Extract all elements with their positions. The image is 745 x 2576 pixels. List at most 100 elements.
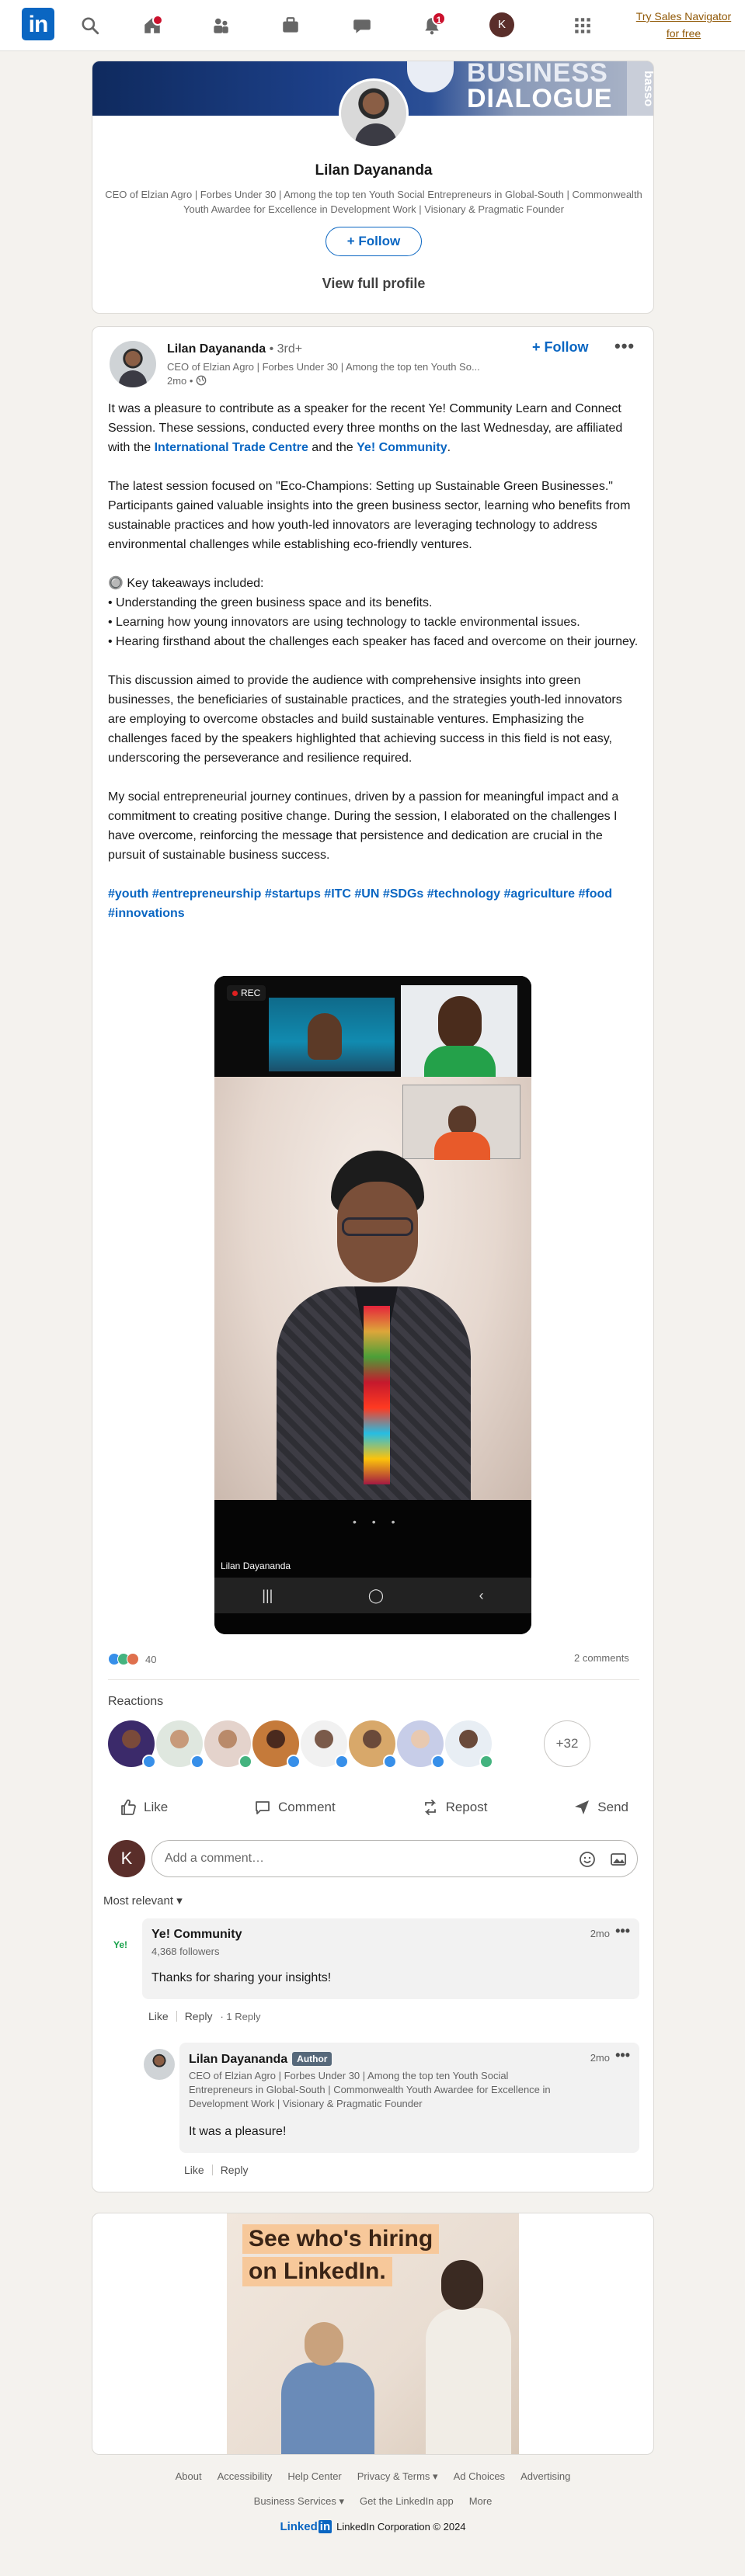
reply-author[interactable]: Lilan Dayananda Author [189, 2052, 332, 2067]
reaction-summary[interactable]: 40 [108, 1651, 156, 1667]
footer-link-ad-choices[interactable]: Ad Choices [454, 2470, 505, 2483]
ye-community-link[interactable]: Ye! Community [357, 441, 447, 454]
footer-link-help-center[interactable]: Help Center [287, 2470, 341, 2483]
footer-link-accessibility[interactable]: Accessibility [218, 2470, 273, 2483]
phone-nav-bar: ||| ◯ ‹ [214, 1578, 531, 1613]
emoji-icon[interactable] [578, 1850, 597, 1869]
footer-linkedin-logo: Linked in [280, 2520, 332, 2533]
profile-headline: CEO of Elzian Agro | Forbes Under 30 | A… [105, 189, 642, 215]
footer-link-about[interactable]: About [176, 2470, 202, 2483]
post-paragraph-2: The latest session focused on "Eco-Champ… [108, 480, 631, 551]
comment-body: Thanks for sharing your insights! [151, 1971, 332, 1984]
comment-more-icon[interactable]: ••• [615, 1923, 630, 1939]
me-avatar[interactable]: K [489, 12, 514, 37]
ad-person-1 [266, 2322, 390, 2454]
reply-actions: Like Reply [184, 2164, 248, 2176]
reactor-avatar[interactable] [204, 1720, 252, 1769]
profile-card: BUSINESS DIALOGUE basso Lilan Dayananda … [92, 61, 654, 314]
image-icon[interactable] [609, 1850, 628, 1869]
global-nav: in 1 K Try Sales Navigator for free [0, 0, 745, 51]
reply-like-button[interactable]: Like [184, 2164, 204, 2176]
speaker-name-label: Lilan Dayananda [221, 1561, 291, 1571]
profile-name[interactable]: Lilan Dayananda [92, 162, 653, 179]
apps-grid-icon[interactable] [567, 10, 598, 41]
connection-degree: • 3rd+ [269, 342, 303, 356]
footer-link-business-services[interactable]: Business Services ▾ [254, 2495, 344, 2508]
post-body: It was a pleasure to contribute as a spe… [108, 399, 641, 943]
author-badge: Author [292, 2052, 332, 2066]
footer-link-advertising[interactable]: Advertising [520, 2470, 570, 2483]
reactor-avatar[interactable] [445, 1720, 493, 1769]
banner-text-line2: DIALOGUE [467, 84, 613, 113]
reactor-avatar[interactable] [252, 1720, 301, 1769]
footer-link-get-app[interactable]: Get the LinkedIn app [360, 2495, 454, 2508]
comment-like-button[interactable]: Like [148, 2010, 169, 2022]
sales-navigator-link[interactable]: Try Sales Navigator for free [629, 8, 738, 42]
back-icon: ‹ [479, 1587, 484, 1603]
jobs-icon[interactable] [275, 10, 306, 41]
reply-time: 2mo [590, 2052, 610, 2064]
reactor-avatar[interactable] [301, 1720, 349, 1769]
view-full-profile-button[interactable]: View full profile [92, 276, 653, 292]
post-hashtags[interactable]: #youth #entrepreneurship #startups #ITC … [108, 884, 641, 923]
comment-button[interactable]: Comment [242, 1798, 346, 1817]
sort-comments-dropdown[interactable]: Most relevant ▾ [103, 1894, 183, 1908]
reply-reply-button[interactable]: Reply [221, 2164, 249, 2176]
repost-button[interactable]: Repost [410, 1798, 499, 1817]
reactor-avatar[interactable] [397, 1720, 445, 1769]
post-paragraph-1: It was a pleasure to contribute as a spe… [108, 402, 623, 454]
comment-item: Ye! Community 4,368 followers Thanks for… [142, 1918, 639, 1999]
add-comment-input[interactable]: Add a comment… [151, 1840, 638, 1877]
post-card: Lilan Dayananda • 3rd+ CEO of Elzian Agr… [92, 326, 654, 2192]
ye-community-avatar[interactable]: Ye! [106, 1931, 134, 1959]
home-button-icon: ◯ [367, 1587, 385, 1603]
reactor-avatar[interactable] [156, 1720, 204, 1769]
post-more-options-icon[interactable]: ••• [614, 336, 635, 356]
post-follow-button[interactable]: + Follow [532, 339, 589, 356]
ad-headline-line1: See who's hiring [242, 2224, 440, 2254]
page-dots: • • • [353, 1515, 402, 1528]
footer-row-1: About Accessibility Help Center Privacy … [92, 2470, 654, 2483]
post-author-avatar[interactable] [110, 341, 156, 387]
footer-brand: Linked in LinkedIn Corporation © 2024 [92, 2520, 654, 2533]
reply-more-icon[interactable]: ••• [615, 2047, 630, 2064]
itc-link[interactable]: International Trade Centre [155, 441, 308, 454]
comments-count[interactable]: 2 comments [574, 1652, 629, 1664]
post-paragraph-4: This discussion aimed to provide the aud… [108, 674, 622, 765]
messaging-icon[interactable] [346, 10, 378, 41]
my-network-icon[interactable] [205, 10, 236, 41]
profile-avatar[interactable] [339, 78, 409, 148]
more-reactors-button[interactable]: +32 [544, 1720, 590, 1767]
home-icon[interactable] [137, 10, 168, 41]
comment-actions: Like Reply · 1 Reply [148, 2010, 261, 2022]
speaker-figure [277, 1151, 471, 1500]
ad-card[interactable]: See who's hiring on LinkedIn. [92, 2213, 654, 2455]
video-main-speaker [214, 1077, 531, 1500]
send-button[interactable]: Send [562, 1798, 639, 1817]
notifications-icon[interactable]: 1 [416, 10, 447, 41]
like-button[interactable]: Like [108, 1798, 179, 1817]
notifications-badge: 1 [432, 12, 446, 26]
reactor-avatar[interactable] [349, 1720, 397, 1769]
banner-side-text: basso [627, 61, 653, 116]
profile-follow-button[interactable]: + Follow [326, 227, 422, 256]
participant-tile-2 [401, 985, 517, 1077]
linkedin-logo[interactable]: in [22, 8, 54, 40]
search-icon[interactable] [75, 10, 106, 41]
footer-row-2: Business Services ▾ Get the LinkedIn app… [92, 2495, 654, 2508]
post-video[interactable]: REC • • • Lilan Dayananda ||| ◯ ‹ [214, 976, 531, 1634]
reactor-avatar[interactable] [108, 1720, 156, 1769]
ad-person-2 [418, 2260, 519, 2454]
footer-link-privacy-terms[interactable]: Privacy & Terms ▾ [357, 2470, 438, 2483]
post-paragraph-5: My social entrepreneurial journey contin… [108, 790, 619, 862]
comment-time: 2mo [590, 1928, 610, 1939]
comment-reply-button[interactable]: Reply [185, 2010, 213, 2022]
comment-author[interactable]: Ye! Community [151, 1928, 242, 1942]
post-author-name[interactable]: Lilan Dayananda • 3rd+ [167, 342, 302, 356]
footer-link-more[interactable]: More [469, 2495, 493, 2508]
reply-count[interactable]: · 1 Reply [220, 2011, 260, 2022]
post-time: 2mo • [167, 375, 207, 387]
hiring-ad-image[interactable]: See who's hiring on LinkedIn. [227, 2213, 519, 2454]
recent-apps-icon: ||| [262, 1587, 273, 1603]
reply-author-avatar[interactable] [144, 2049, 175, 2080]
